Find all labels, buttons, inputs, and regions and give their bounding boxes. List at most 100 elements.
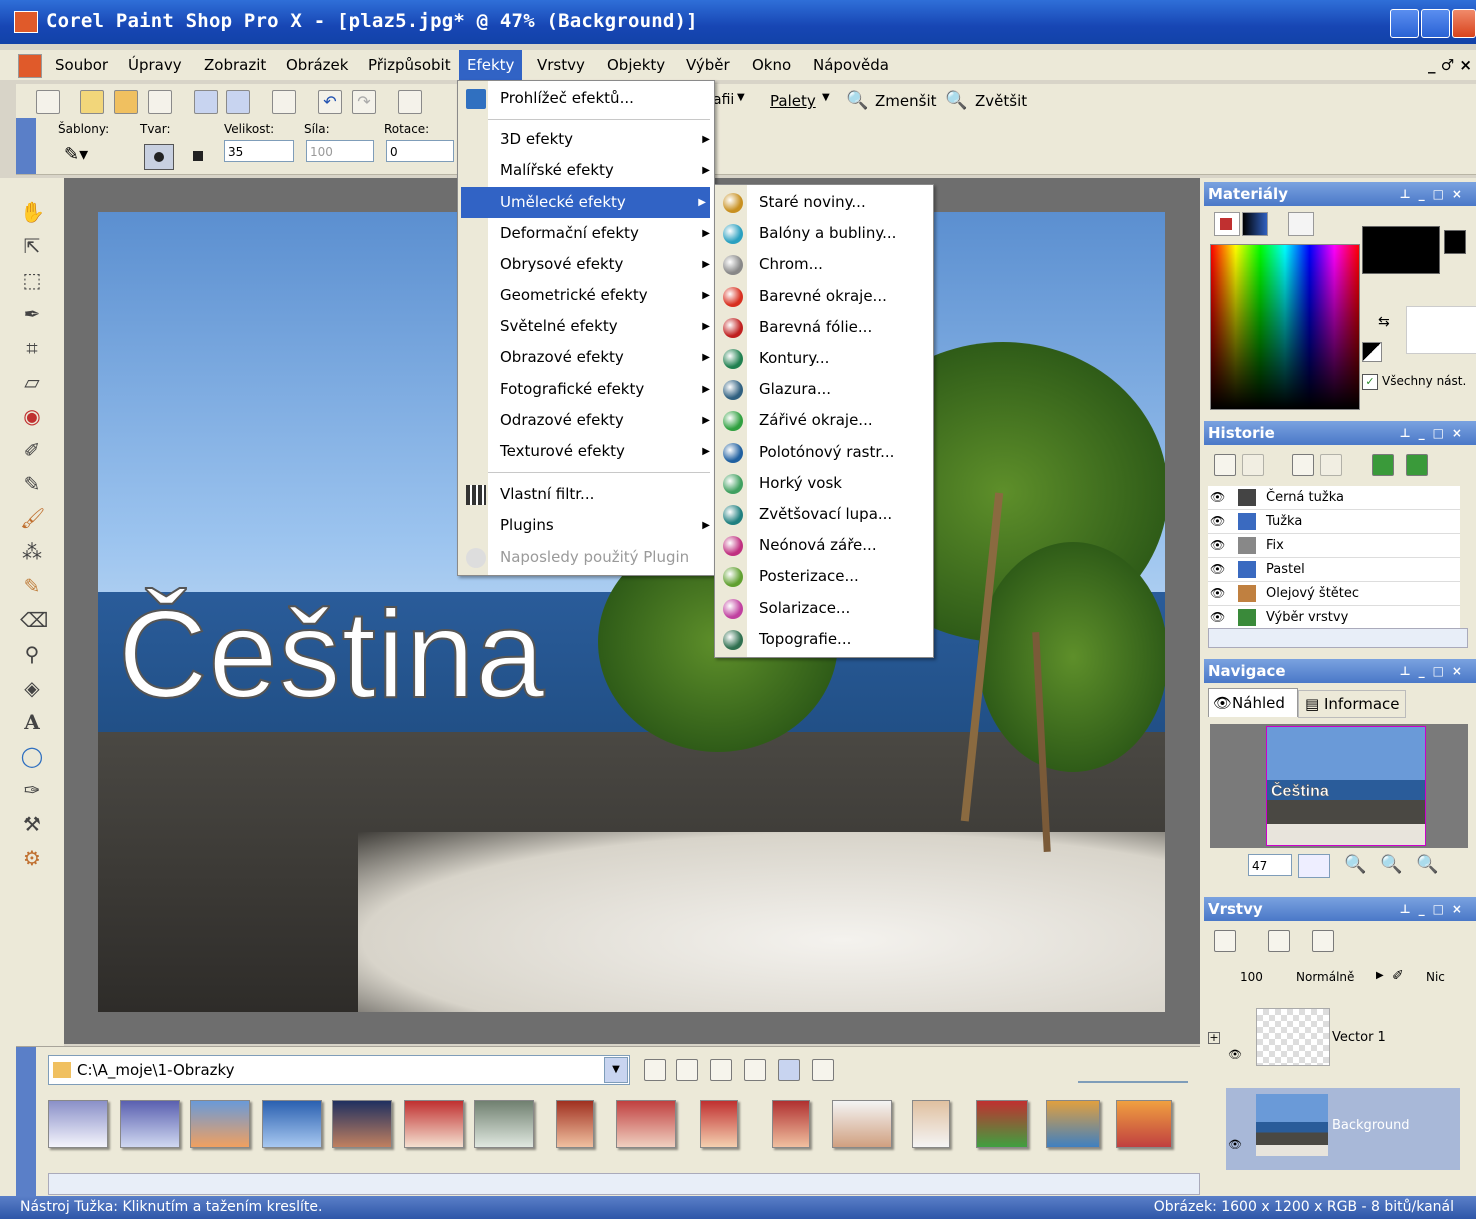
visibility-eye-icon[interactable]: 👁 xyxy=(1210,486,1225,509)
history-undo-icon[interactable] xyxy=(1292,454,1314,476)
up-folder-icon[interactable] xyxy=(644,1059,666,1081)
zoom-spinner[interactable] xyxy=(1298,854,1330,878)
background-color-swatch[interactable] xyxy=(1406,306,1476,354)
square-shape-button[interactable] xyxy=(184,144,212,168)
redo-selected-icon[interactable] xyxy=(1242,454,1264,476)
submenu-item-artistic-2[interactable]: Chrom... xyxy=(715,249,933,280)
history-scrollbar[interactable] xyxy=(1208,628,1468,648)
visibility-eye-icon[interactable]: 👁 xyxy=(1210,582,1225,605)
size-spinbox[interactable]: 35 xyxy=(224,140,294,162)
thumbnail[interactable] xyxy=(912,1100,950,1148)
frame-tab-icon[interactable] xyxy=(1288,212,1314,236)
zoom-in-button[interactable]: Zvětšit xyxy=(975,92,1027,110)
print-icon[interactable] xyxy=(272,90,296,114)
submenu-item-artistic-4[interactable]: Barevná fólie... xyxy=(715,312,933,343)
round-shape-button[interactable] xyxy=(144,144,174,170)
visibility-eye-icon[interactable]: 👁 xyxy=(1228,1048,1242,1061)
lighten-icon[interactable]: ⁂ xyxy=(20,540,44,564)
thumbnail[interactable] xyxy=(332,1100,392,1148)
thumbnail[interactable] xyxy=(1116,1100,1172,1148)
panel-controls[interactable]: ⊥_□× xyxy=(1396,421,1470,445)
straighten-icon[interactable]: ▱ xyxy=(20,370,44,394)
submenu-item-artistic-7[interactable]: Zářivé okraje... xyxy=(715,405,933,436)
resize-icon[interactable] xyxy=(398,90,422,114)
info-icon[interactable] xyxy=(710,1059,732,1081)
zoom-in-icon[interactable]: 🔍 xyxy=(945,90,967,111)
redo-icon[interactable]: ↷ xyxy=(352,90,376,114)
undo-icon[interactable]: ↶ xyxy=(318,90,342,114)
layers-list[interactable]: Vector 1 👁 + Background 👁 xyxy=(1208,1002,1464,1174)
submenu-item-artistic-13[interactable]: Solarizace... xyxy=(715,593,933,624)
thumbnail[interactable] xyxy=(772,1100,810,1148)
zoom-100-icon[interactable]: 🔍 xyxy=(1416,854,1438,875)
thumbnail[interactable] xyxy=(832,1100,892,1148)
organizer-grip[interactable] xyxy=(16,1047,36,1197)
reset-colors-icon[interactable] xyxy=(1362,342,1382,362)
chevron-down-icon[interactable]: ▼ xyxy=(737,92,745,103)
menu-item-photo-effects[interactable]: Fotografické efekty ▶ xyxy=(458,374,714,405)
folder-path-select[interactable]: C:\A_moje\1-Obrazky xyxy=(48,1055,630,1085)
chevron-down-icon[interactable]: ▼ xyxy=(822,92,830,103)
open-folder-icon[interactable] xyxy=(80,90,104,114)
history-row[interactable]: 👁 Olejový štětec xyxy=(1208,582,1460,606)
submenu-item-artistic-10[interactable]: Zvětšovací lupa... xyxy=(715,499,933,530)
menu-item-reflection-effects[interactable]: Odrazové efekty ▶ xyxy=(458,405,714,436)
submenu-item-artistic-14[interactable]: Topografie... xyxy=(715,624,933,655)
smudge-icon[interactable]: ✎ xyxy=(20,574,44,598)
menu-item-image-effects[interactable]: Obrazové efekty ▶ xyxy=(458,342,714,373)
visibility-eye-icon[interactable]: 👁 xyxy=(1210,510,1225,533)
dropper-icon[interactable]: ✒ xyxy=(20,302,44,326)
delete-layer-icon[interactable] xyxy=(1268,930,1290,952)
art-media-icon[interactable]: ⚙ xyxy=(20,846,44,870)
scan-icon[interactable] xyxy=(148,90,172,114)
swatches-tab-icon[interactable] xyxy=(1214,212,1240,236)
history-redo-icon[interactable] xyxy=(1320,454,1342,476)
thumbnail[interactable] xyxy=(1046,1100,1100,1148)
new-layer-icon[interactable] xyxy=(1214,930,1236,952)
thumbnail[interactable] xyxy=(48,1100,108,1148)
navigation-title-bar[interactable]: Navigace ⊥_□× xyxy=(1204,659,1476,683)
rotation-spinbox[interactable]: 0 xyxy=(386,140,454,162)
thumbnail[interactable] xyxy=(474,1100,534,1148)
menu-prizpusobit[interactable]: Přizpůsobit xyxy=(368,56,451,74)
pencil-preset-icon[interactable]: ✎▾ xyxy=(64,144,104,166)
minimize-button[interactable] xyxy=(1390,9,1419,38)
pan-icon[interactable]: ✋ xyxy=(20,200,45,224)
menu-item-geometric-effects[interactable]: Geometrické efekty ▶ xyxy=(458,280,714,311)
canvas-text-cestina[interactable]: Čeština xyxy=(117,584,545,726)
visibility-eye-icon[interactable]: 👁 xyxy=(1210,558,1225,581)
brush-lock-icon[interactable]: ✐ xyxy=(1392,968,1404,984)
preset-shape-icon[interactable]: ◯ xyxy=(20,744,44,768)
history-row[interactable]: 👁 Černá tužka xyxy=(1208,486,1460,510)
strength-spinbox[interactable]: 100 xyxy=(306,140,374,162)
submenu-item-artistic-11[interactable]: Neónová záře... xyxy=(715,530,933,561)
zoom-in-icon[interactable]: 🔍 xyxy=(1380,854,1402,875)
organizer-scrollbar[interactable] xyxy=(48,1173,1200,1195)
visibility-eye-icon[interactable]: 👁 xyxy=(1210,606,1225,629)
history-title-bar[interactable]: Historie ⊥_□× xyxy=(1204,421,1476,445)
thumbnail[interactable] xyxy=(190,1100,250,1148)
chevron-down-icon[interactable]: ▼ xyxy=(604,1057,628,1083)
paintbrush-icon[interactable]: 🖌 xyxy=(20,506,45,530)
menu-item-edge-effects[interactable]: Obrysové efekty ▶ xyxy=(458,249,714,280)
expand-group-icon[interactable]: + xyxy=(1208,1032,1220,1044)
submenu-item-artistic-0[interactable]: Staré noviny... xyxy=(715,187,933,218)
materials-title-bar[interactable]: Materiály ⊥_□× xyxy=(1204,182,1476,206)
save-as-icon[interactable] xyxy=(226,90,250,114)
visibility-eye-icon[interactable]: 👁 xyxy=(1210,534,1225,557)
layers-title-bar[interactable]: Vrstvy ⊥_□× xyxy=(1204,897,1476,921)
tab-info[interactable]: ▤ Informace xyxy=(1298,690,1406,718)
zoom-out-button[interactable]: Zmenšit xyxy=(875,92,937,110)
submenu-item-artistic-3[interactable]: Barevné okraje... xyxy=(715,281,933,312)
history-row[interactable]: 👁 Fix xyxy=(1208,534,1460,558)
menu-upravy[interactable]: Úpravy xyxy=(128,56,182,74)
tab-preview[interactable]: 👁Náhled xyxy=(1208,688,1298,717)
navigator-preview[interactable]: Čeština xyxy=(1210,724,1468,848)
menu-item-3d-effects[interactable]: 3D efekty ▶ xyxy=(458,124,714,155)
menu-okno[interactable]: Okno xyxy=(752,56,791,74)
thumbnail[interactable] xyxy=(700,1100,738,1148)
foreground-small-swatch[interactable] xyxy=(1444,230,1466,254)
menu-item-artistic-effects[interactable]: Umělecké efekty ▶ xyxy=(461,187,710,218)
history-row[interactable]: 👁 Pastel xyxy=(1208,558,1460,582)
menu-objekty[interactable]: Objekty xyxy=(607,56,665,74)
